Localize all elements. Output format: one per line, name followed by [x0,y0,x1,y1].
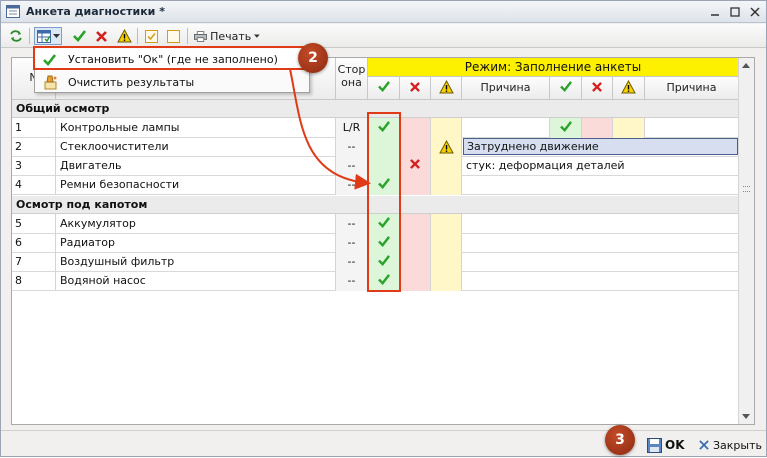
ok-button[interactable]: OK [647,436,685,454]
close-label: Закрыть [713,438,762,452]
step-badge-3: 3 [605,425,635,455]
diagnostic-form-window: Анкета диагностики * Печать Стор она Реж… [0,0,767,457]
close-icon [699,440,709,450]
annotation-arrow [289,68,371,190]
save-disk-icon [647,437,662,453]
ok-label: OK [665,438,685,452]
step-badge-2: 2 [298,43,328,73]
close-button[interactable]: Закрыть [699,436,762,454]
footer-bar: OK Закрыть 3 [1,425,766,456]
